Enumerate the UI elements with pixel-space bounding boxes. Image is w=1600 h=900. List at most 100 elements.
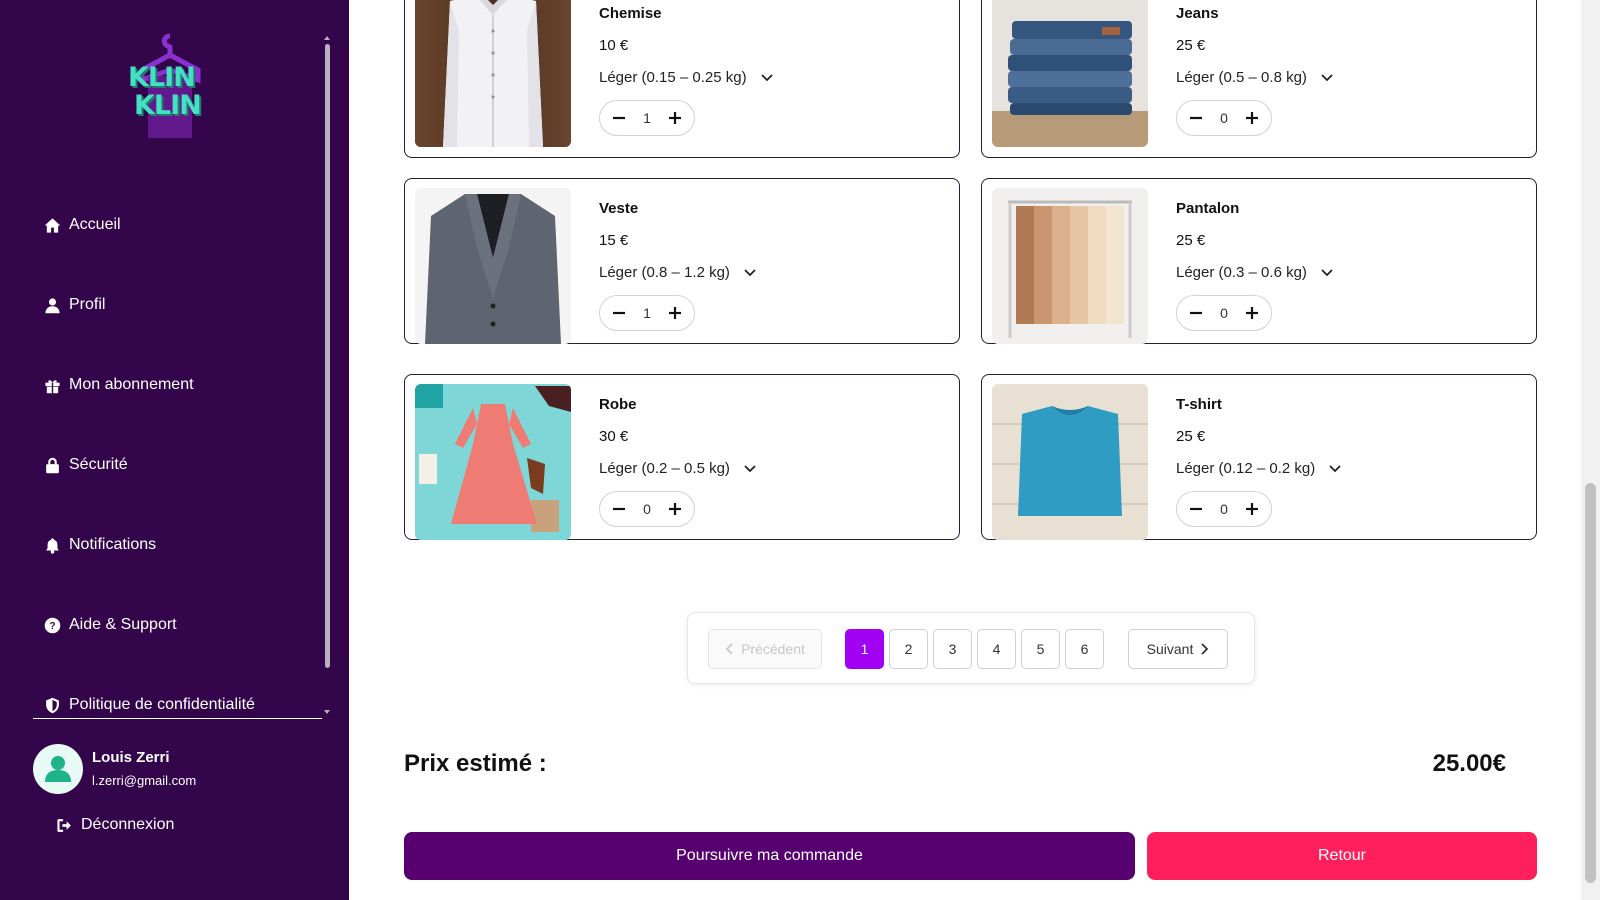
page-number: 3 — [948, 641, 957, 657]
increment-button[interactable] — [666, 109, 684, 127]
increment-button[interactable] — [666, 304, 684, 322]
page-button-5[interactable]: 5 — [1021, 629, 1060, 669]
back-button[interactable]: Retour — [1147, 832, 1537, 880]
sidebar-scrollbar[interactable] — [323, 36, 331, 716]
user-email: l.zerri@gmail.com — [92, 773, 197, 788]
logo-text-bottom: KLIN — [134, 90, 202, 121]
product-image-tshirt — [992, 384, 1148, 540]
sidebar-item-accueil[interactable]: Accueil — [44, 216, 121, 234]
decrement-button[interactable] — [610, 500, 628, 518]
quantity-stepper: 0 — [1176, 295, 1272, 331]
page-number: 5 — [1036, 641, 1045, 657]
page-scrollbar-thumb[interactable] — [1585, 483, 1596, 883]
sidebar-item-securite[interactable]: Sécurité — [44, 456, 128, 474]
page-button-4[interactable]: 4 — [977, 629, 1016, 669]
product-card-tshirt: T-shirt 25 € Léger (0.12 – 0.2 kg) 0 — [981, 374, 1537, 540]
page-scrollbar[interactable] — [1581, 0, 1600, 900]
pagination: Précédent 1 2 3 4 5 6 Suivant — [687, 612, 1255, 684]
quantity-stepper: 0 — [1176, 491, 1272, 527]
product-card-chemise: Chemise 10 € Léger (0.15 – 0.25 kg) 1 — [404, 0, 960, 158]
sidebar-item-confidentialite[interactable]: Politique de confidentialité — [44, 696, 255, 714]
logout-button[interactable]: Déconnexion — [56, 816, 174, 834]
scroll-up-icon[interactable] — [324, 36, 330, 40]
weight-select[interactable]: Léger (0.2 – 0.5 kg) — [599, 460, 756, 477]
previous-label: Précédent — [741, 641, 805, 657]
page-button-2[interactable]: 2 — [889, 629, 928, 669]
sidebar-scrollbar-thumb[interactable] — [325, 44, 330, 668]
increment-button[interactable] — [1243, 500, 1261, 518]
weight-select[interactable]: Léger (0.5 – 0.8 kg) — [1176, 69, 1333, 86]
page-button-6[interactable]: 6 — [1065, 629, 1104, 669]
minus-icon — [613, 507, 625, 511]
chevron-down-icon — [744, 464, 756, 472]
next-page-button[interactable]: Suivant — [1128, 629, 1228, 669]
user-name: Louis Zerri — [92, 749, 170, 766]
klin-klin-logo[interactable]: KLIN KLIN — [124, 30, 216, 146]
logo-text-top: KLIN — [128, 62, 196, 93]
product-card-pantalon: Pantalon 25 € Léger (0.3 – 0.6 kg) 0 — [981, 178, 1537, 344]
product-card-jeans: Jeans 25 € Léger (0.5 – 0.8 kg) 0 — [981, 0, 1537, 158]
help-icon: ? — [44, 617, 61, 633]
sidebar-item-label: Accueil — [69, 216, 121, 233]
sidebar-item-label: Aide & Support — [69, 616, 177, 633]
plus-icon — [668, 503, 681, 515]
weight-select-value: Léger (0.3 – 0.6 kg) — [1176, 264, 1307, 281]
weight-select[interactable]: Léger (0.12 – 0.2 kg) — [1176, 460, 1341, 477]
quantity-stepper: 1 — [599, 295, 695, 331]
continue-order-button[interactable]: Poursuivre ma commande — [404, 832, 1135, 880]
page-button-3[interactable]: 3 — [933, 629, 972, 669]
product-name: Jeans — [1176, 5, 1219, 22]
page-number: 1 — [860, 641, 869, 657]
bell-icon — [46, 537, 59, 554]
previous-page-button[interactable]: Précédent — [708, 629, 822, 669]
page-number: 4 — [992, 641, 1001, 657]
product-name: Pantalon — [1176, 200, 1240, 217]
quantity-value: 1 — [643, 305, 651, 321]
weight-select[interactable]: Léger (0.8 – 1.2 kg) — [599, 264, 756, 281]
increment-button[interactable] — [666, 500, 684, 518]
next-label: Suivant — [1146, 641, 1194, 657]
weight-select[interactable]: Léger (0.15 – 0.25 kg) — [599, 69, 773, 86]
product-image-jeans — [992, 0, 1148, 147]
sidebar-item-aide-support[interactable]: ? Aide & Support — [44, 616, 177, 634]
decrement-button[interactable] — [1187, 109, 1205, 127]
sidebar-item-label: Mon abonnement — [69, 376, 194, 393]
quantity-value: 0 — [1220, 305, 1228, 321]
sidebar-item-abonnement[interactable]: Mon abonnement — [44, 376, 194, 394]
chevron-left-icon — [725, 643, 733, 655]
shield-icon — [46, 697, 59, 713]
chevron-down-icon — [744, 268, 756, 276]
quantity-value: 0 — [1220, 110, 1228, 126]
weight-select-value: Léger (0.8 – 1.2 kg) — [599, 264, 730, 281]
scroll-down-icon[interactable] — [324, 710, 330, 714]
product-card-veste: Veste 15 € Léger (0.8 – 1.2 kg) 1 — [404, 178, 960, 344]
sidebar-item-profil[interactable]: Profil — [44, 296, 105, 314]
sidebar-item-label: Politique de confidentialité — [69, 696, 255, 713]
quantity-stepper: 0 — [1176, 100, 1272, 136]
chevron-down-icon — [1329, 464, 1341, 472]
decrement-button[interactable] — [610, 304, 628, 322]
user-icon — [45, 297, 60, 313]
decrement-button[interactable] — [1187, 304, 1205, 322]
product-name: Chemise — [599, 5, 662, 22]
weight-select[interactable]: Léger (0.3 – 0.6 kg) — [1176, 264, 1333, 281]
minus-icon — [613, 116, 625, 120]
minus-icon — [1190, 507, 1202, 511]
avatar[interactable] — [33, 744, 83, 794]
product-price: 25 € — [1176, 232, 1206, 249]
product-name: Veste — [599, 200, 639, 217]
weight-select-value: Léger (0.5 – 0.8 kg) — [1176, 69, 1307, 86]
product-card-robe: Robe 30 € Léger (0.2 – 0.5 kg) 0 — [404, 374, 960, 540]
chevron-down-icon — [760, 73, 773, 81]
sidebar: KLIN KLIN Accueil Profil Mon abonnement … — [0, 0, 349, 900]
sidebar-item-notifications[interactable]: Notifications — [44, 536, 156, 554]
increment-button[interactable] — [1243, 109, 1261, 127]
increment-button[interactable] — [1243, 304, 1261, 322]
decrement-button[interactable] — [1187, 500, 1205, 518]
page-button-1[interactable]: 1 — [845, 629, 884, 669]
quantity-value: 0 — [643, 501, 651, 517]
sidebar-item-label: Notifications — [69, 536, 157, 553]
product-price: 30 € — [599, 428, 629, 445]
product-price: 10 € — [599, 37, 629, 54]
decrement-button[interactable] — [610, 109, 628, 127]
